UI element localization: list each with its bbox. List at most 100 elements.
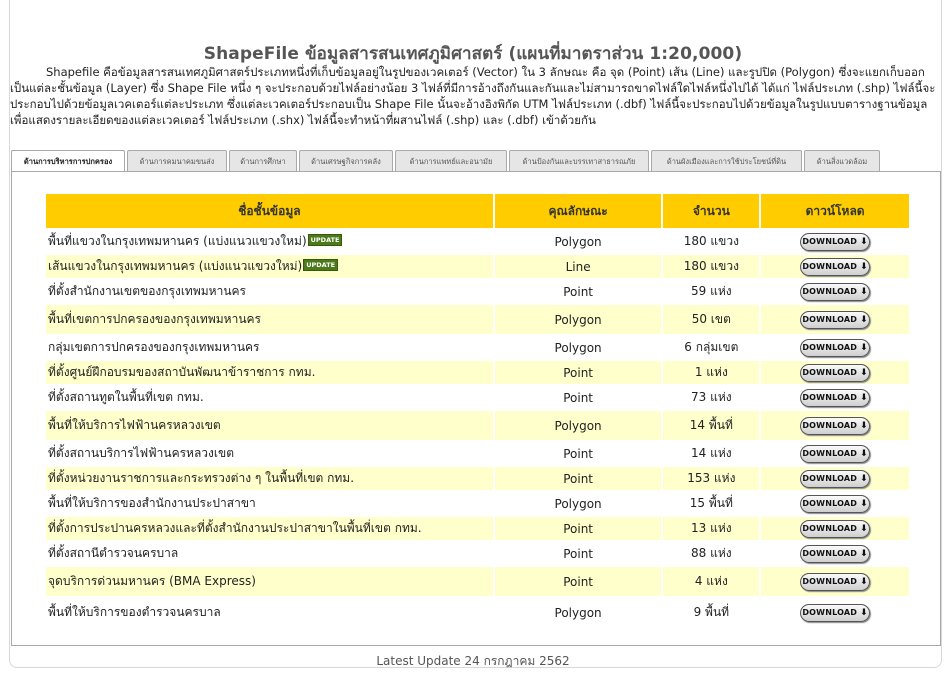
download-button[interactable]: DOWNLOAD ⬇	[800, 388, 871, 407]
tab-health[interactable]: ด้านการแพทย์และอนามัย	[395, 150, 507, 171]
layer-name: พื้นที่ให้บริการไฟฟ้านครหลวงเขต	[48, 418, 221, 432]
download-arrow-icon: ⬇	[860, 236, 868, 247]
shapefile-table: ชื่อชั้นข้อมูล คุณลักษณะ จำนวน ดาวน์โหลด…	[44, 192, 911, 629]
download-arrow-icon: ⬇	[860, 498, 868, 509]
layer-name: พื้นที่แขวงในกรุงเทพมหานคร (แบ่งแนวแขวงใ…	[48, 234, 307, 248]
header-count: จำนวน	[663, 194, 760, 228]
download-label: DOWNLOAD	[802, 314, 858, 324]
layer-name-cell: พื้นที่ให้บริการไฟฟ้านครหลวงเขต	[46, 411, 493, 440]
count-cell: 180 แขวง	[663, 255, 760, 278]
download-button[interactable]: DOWNLOAD ⬇	[800, 363, 871, 382]
download-cell: DOWNLOAD ⬇	[761, 305, 909, 334]
count-cell: 6 กลุ่มเขต	[663, 336, 760, 359]
download-cell: DOWNLOAD ⬇	[761, 411, 909, 440]
tab-economy[interactable]: ด้านเศรษฐกิจการคลัง	[299, 150, 393, 171]
table-row: พื้นที่ให้บริการของตำรวจนครบาล Polygon 9 พ…	[46, 598, 909, 627]
download-cell: DOWNLOAD ⬇	[761, 567, 909, 596]
download-button[interactable]: DOWNLOAD ⬇	[800, 416, 871, 435]
count-cell: 153 แห่ง	[663, 467, 760, 490]
download-label: DOWNLOAD	[802, 286, 858, 296]
download-label: DOWNLOAD	[802, 367, 858, 377]
download-label: DOWNLOAD	[802, 236, 858, 246]
feature-type-cell: Point	[494, 517, 662, 540]
table-row: ที่ตั้งศูนย์ฝึกอบรมของสถาบันพัฒนาข้าราชก…	[46, 361, 909, 384]
download-arrow-icon: ⬇	[860, 607, 868, 618]
feature-type-cell: Point	[494, 361, 662, 384]
feature-type-cell: Polygon	[494, 598, 662, 627]
category-tabs: ด้านการบริหารการปกครอง ด้านการคมนาคมขนส่…	[11, 150, 882, 172]
count-cell: 50 เขต	[663, 305, 760, 334]
layer-name-cell: ที่ตั้งหน่วยงานราชการและกระทรวงต่าง ๆ ใน…	[46, 467, 493, 490]
table-row: พื้นที่ให้บริการของสำนักงานประปาสาขา Poly…	[46, 492, 909, 515]
layer-name: ที่ตั้งสถานีตำรวจนครบาล	[48, 546, 179, 560]
layer-name: เส้นแขวงในกรุงเทพมหานคร (แบ่งแนวแขวงใหม่…	[48, 259, 303, 273]
download-button[interactable]: DOWNLOAD ⬇	[800, 310, 871, 329]
feature-type-cell: Point	[494, 386, 662, 409]
download-button[interactable]: DOWNLOAD ⬇	[800, 338, 871, 357]
download-button[interactable]: DOWNLOAD ⬇	[800, 572, 871, 591]
download-button[interactable]: DOWNLOAD ⬇	[800, 544, 871, 563]
layer-name-cell: ที่ตั้งสถานทูตในพื้นที่เขต กทม.	[46, 386, 493, 409]
download-arrow-icon: ⬇	[860, 367, 868, 378]
download-button[interactable]: DOWNLOAD ⬇	[800, 257, 871, 276]
download-arrow-icon: ⬇	[860, 448, 868, 459]
download-label: DOWNLOAD	[802, 607, 858, 617]
layer-name-cell: จุดบริการด่วนมหานคร (BMA Express)	[46, 567, 493, 596]
layer-name: ที่ตั้งสถานทูตในพื้นที่เขต กทม.	[48, 390, 204, 404]
layer-name: ที่ตั้งสำนักงานเขตของกรุงเทพมหานคร	[48, 284, 246, 298]
tab-transportation[interactable]: ด้านการคมนาคมขนส่ง	[127, 150, 227, 171]
count-cell: 14 แห่ง	[663, 442, 760, 465]
download-cell: DOWNLOAD ⬇	[761, 598, 909, 627]
download-arrow-icon: ⬇	[860, 548, 868, 559]
download-button[interactable]: DOWNLOAD ⬇	[800, 444, 871, 463]
download-label: DOWNLOAD	[802, 448, 858, 458]
table-header-row: ชื่อชั้นข้อมูล คุณลักษณะ จำนวน ดาวน์โหลด	[46, 194, 909, 228]
download-arrow-icon: ⬇	[860, 523, 868, 534]
download-button[interactable]: DOWNLOAD ⬇	[800, 603, 871, 622]
tab-environment[interactable]: ด้านสิ่งแวดล้อม	[804, 150, 880, 171]
header-layer-name: ชื่อชั้นข้อมูล	[46, 194, 493, 228]
layer-name: กลุ่มเขตการปกครองของกรุงเทพมหานคร	[48, 340, 260, 354]
layer-name: พื้นที่ให้บริการของตำรวจนครบาล	[48, 605, 221, 619]
feature-type-cell: Polygon	[494, 336, 662, 359]
feature-type-cell: Polygon	[494, 411, 662, 440]
download-cell: DOWNLOAD ⬇	[761, 542, 909, 565]
download-cell: DOWNLOAD ⬇	[761, 492, 909, 515]
download-cell: DOWNLOAD ⬇	[761, 230, 909, 253]
tab-administration[interactable]: ด้านการบริหารการปกครอง	[11, 150, 125, 172]
page-title: ShapeFile ข้อมูลสารสนเทศภูมิศาสตร์ (แผนท…	[203, 44, 743, 64]
tab-education[interactable]: ด้านการศึกษา	[229, 150, 297, 171]
feature-type-cell: Point	[494, 280, 662, 303]
tab-panel: ชื่อชั้นข้อมูล คุณลักษณะ จำนวน ดาวน์โหลด…	[11, 171, 941, 646]
download-button[interactable]: DOWNLOAD ⬇	[800, 494, 871, 513]
update-badge: UPDATE	[307, 234, 343, 246]
download-cell: DOWNLOAD ⬇	[761, 517, 909, 540]
table-row: ที่ตั้งสถานบริการไฟฟ้านครหลวงเขต Point 14 …	[46, 442, 909, 465]
tab-urban-planning[interactable]: ด้านผังเมืองและการใช้ประโยชน์ที่ดิน	[651, 150, 802, 171]
download-button[interactable]: DOWNLOAD ⬇	[800, 519, 871, 538]
layer-name-cell: พื้นที่ให้บริการของสำนักงานประปาสาขา	[46, 492, 493, 515]
header-feature-type: คุณลักษณะ	[494, 194, 662, 228]
download-label: DOWNLOAD	[802, 261, 858, 271]
download-button[interactable]: DOWNLOAD ⬇	[800, 469, 871, 488]
download-button[interactable]: DOWNLOAD ⬇	[800, 282, 871, 301]
download-label: DOWNLOAD	[802, 523, 858, 533]
count-cell: 88 แห่ง	[663, 542, 760, 565]
count-cell: 1 แห่ง	[663, 361, 760, 384]
download-label: DOWNLOAD	[802, 420, 858, 430]
download-cell: DOWNLOAD ⬇	[761, 336, 909, 359]
feature-type-cell: Point	[494, 542, 662, 565]
layer-name: ที่ตั้งสถานบริการไฟฟ้านครหลวงเขต	[48, 446, 235, 460]
table-row: กลุ่มเขตการปกครองของกรุงเทพมหานคร Polygon…	[46, 336, 909, 359]
tab-disaster-prevention[interactable]: ด้านป้องกันและบรรเทาสาธารณภัย	[509, 150, 649, 171]
download-label: DOWNLOAD	[802, 473, 858, 483]
download-button[interactable]: DOWNLOAD ⬇	[800, 232, 871, 251]
layer-name: ที่ตั้งหน่วยงานราชการและกระทรวงต่าง ๆ ใน…	[48, 471, 355, 485]
layer-name-cell: ที่ตั้งการประปานครหลวงและที่ตั้งสำนักงาน…	[46, 517, 493, 540]
table-row: ที่ตั้งสำนักงานเขตของกรุงเทพมหานคร Point 5…	[46, 280, 909, 303]
count-cell: 73 แห่ง	[663, 386, 760, 409]
download-label: DOWNLOAD	[802, 342, 858, 352]
feature-type-cell: Point	[494, 442, 662, 465]
layer-name-cell: ที่ตั้งศูนย์ฝึกอบรมของสถาบันพัฒนาข้าราชก…	[46, 361, 493, 384]
table-row: ที่ตั้งสถานีตำรวจนครบาล Point 88 แห่ง DOWNL…	[46, 542, 909, 565]
